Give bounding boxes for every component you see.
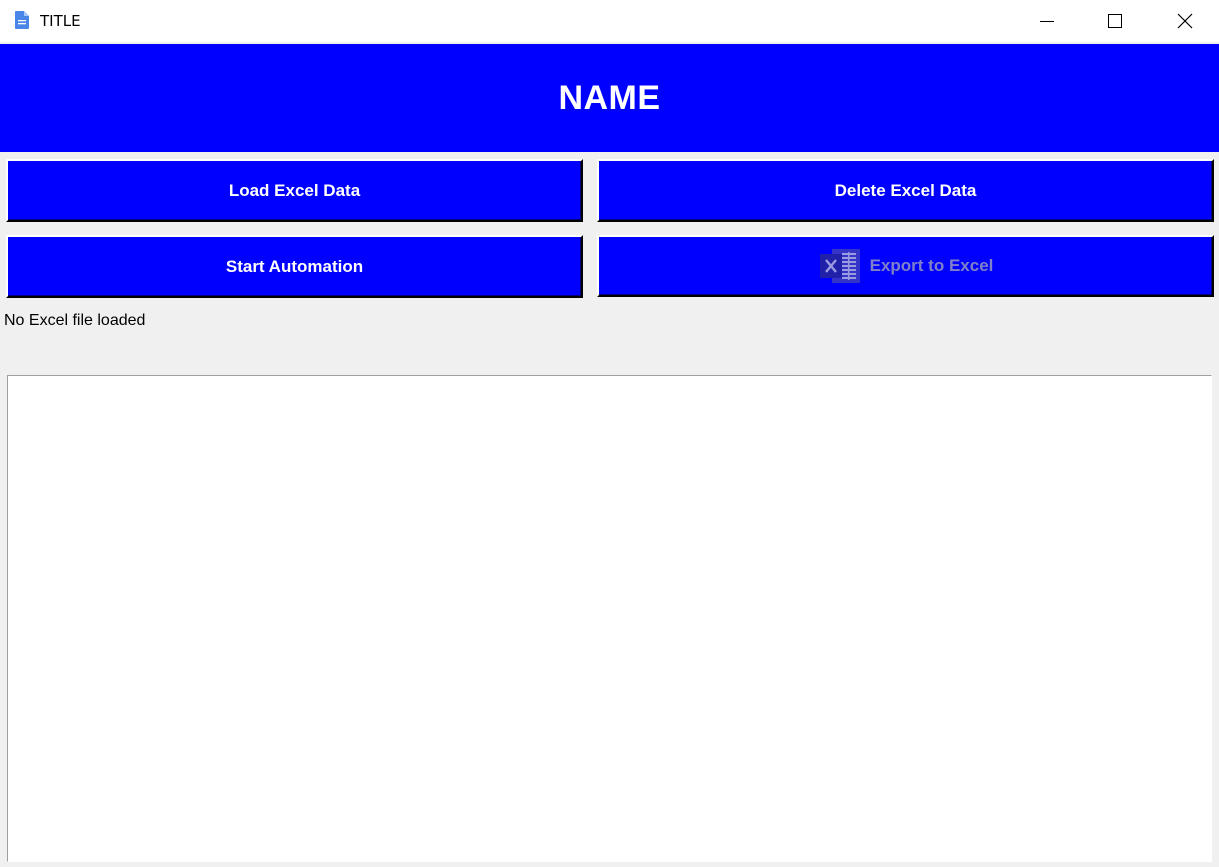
window-title: TITLE: [40, 12, 81, 30]
title-bar: TITLE: [0, 0, 1219, 42]
output-textarea[interactable]: [7, 375, 1212, 862]
maximize-button[interactable]: [1092, 0, 1138, 42]
maximize-icon: [1108, 14, 1122, 28]
excel-icon: [819, 249, 860, 283]
load-excel-label: Load Excel Data: [228, 180, 361, 200]
header-title: NAME: [558, 78, 661, 117]
document-icon: [15, 11, 29, 29]
close-button[interactable]: [1162, 0, 1208, 42]
status-label: No Excel file loaded: [4, 312, 146, 329]
export-excel-button[interactable]: Export to Excel: [597, 235, 1214, 297]
close-icon: [1177, 13, 1193, 29]
export-excel-label: Export to Excel: [869, 256, 994, 275]
start-automation-button[interactable]: Start Automation: [6, 235, 583, 298]
delete-excel-label: Delete Excel Data: [834, 180, 977, 200]
main-window: TITLE NAME Load Excel Data Delete Excel …: [0, 0, 1219, 867]
minimize-icon: [1040, 21, 1054, 22]
start-automation-label: Start Automation: [225, 256, 364, 276]
delete-excel-button[interactable]: Delete Excel Data: [597, 159, 1214, 222]
load-excel-button[interactable]: Load Excel Data: [6, 159, 583, 222]
minimize-button[interactable]: [1024, 0, 1070, 42]
header-banner: NAME: [0, 44, 1219, 152]
